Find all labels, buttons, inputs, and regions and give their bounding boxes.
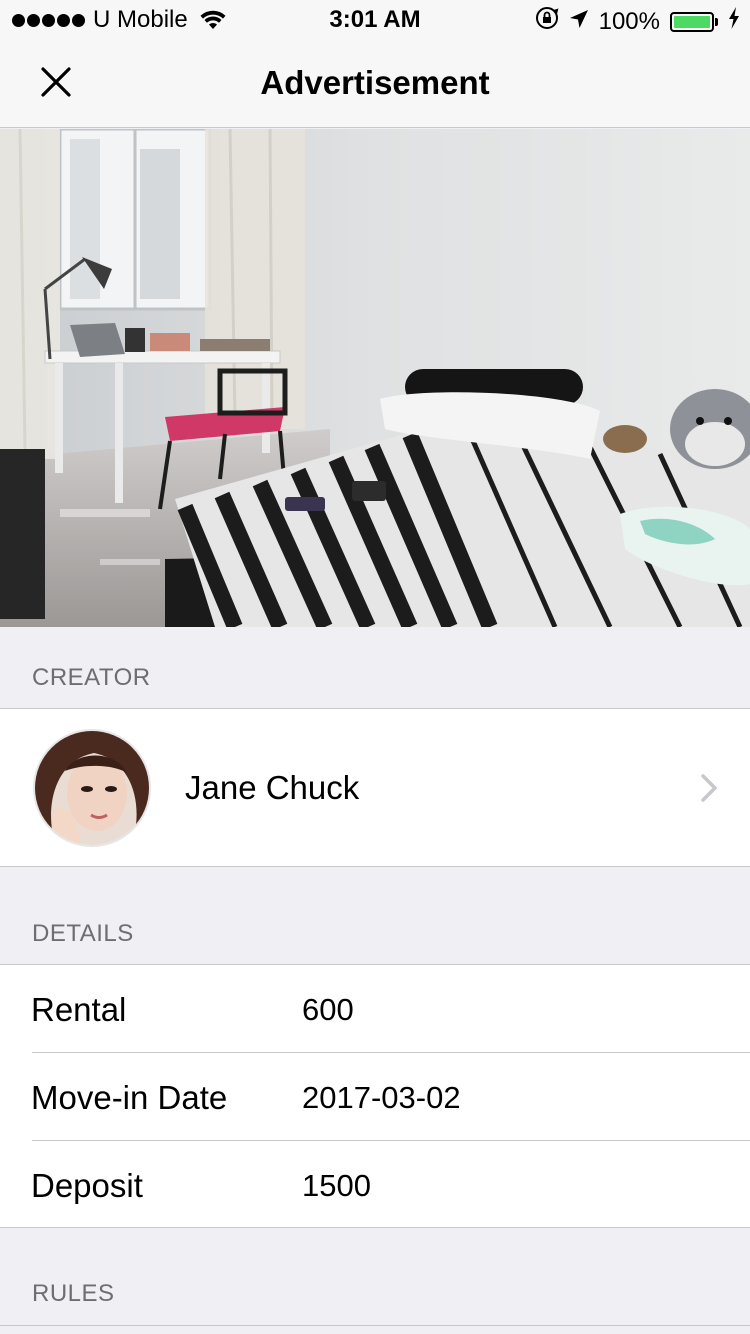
detail-value: 600 [302, 992, 354, 1027]
status-bar: U Mobile 3:01 AM 100% [0, 0, 750, 40]
charging-bolt-icon [728, 7, 740, 36]
creator-name: Jane Chuck [185, 769, 360, 806]
navigation-bar: Advertisement [0, 40, 750, 128]
chevron-right-icon [700, 773, 718, 808]
section-header-rules: RULES [32, 1280, 115, 1307]
page-title: Advertisement [260, 64, 490, 101]
battery-icon [670, 11, 718, 32]
location-arrow-icon [569, 8, 589, 36]
orientation-lock-icon [535, 6, 559, 37]
detail-value: 1500 [302, 1168, 371, 1203]
section-header-details: DETAILS [32, 920, 134, 947]
close-icon [41, 67, 71, 97]
room-photo [0, 129, 750, 627]
signal-strength-icon [12, 13, 85, 27]
listing-photo[interactable] [0, 129, 750, 627]
carrier-name: U Mobile [93, 6, 188, 33]
battery-fill [674, 15, 710, 28]
wifi-icon [200, 10, 226, 30]
status-right: 100% [535, 6, 740, 37]
close-button[interactable] [28, 54, 84, 110]
detail-row-move-in-date: Move-in Date 2017-03-02 [0, 1053, 750, 1141]
creator-row[interactable]: Jane Chuck [0, 708, 750, 867]
detail-value: 2017-03-02 [302, 1080, 461, 1115]
status-left: U Mobile [12, 6, 226, 34]
details-table: Rental 600 Move-in Date 2017-03-02 Depos… [0, 964, 750, 1228]
detail-label: Rental [31, 991, 127, 1028]
section-header-creator: CREATOR [32, 664, 151, 691]
detail-label: Move-in Date [31, 1079, 228, 1116]
battery-percentage: 100% [598, 7, 660, 35]
avatar[interactable] [33, 729, 151, 847]
detail-row-rental: Rental 600 [0, 965, 750, 1053]
detail-label: Deposit [31, 1167, 143, 1204]
detail-row-deposit: Deposit 1500 [0, 1141, 750, 1229]
rules-top-divider [0, 1325, 750, 1326]
